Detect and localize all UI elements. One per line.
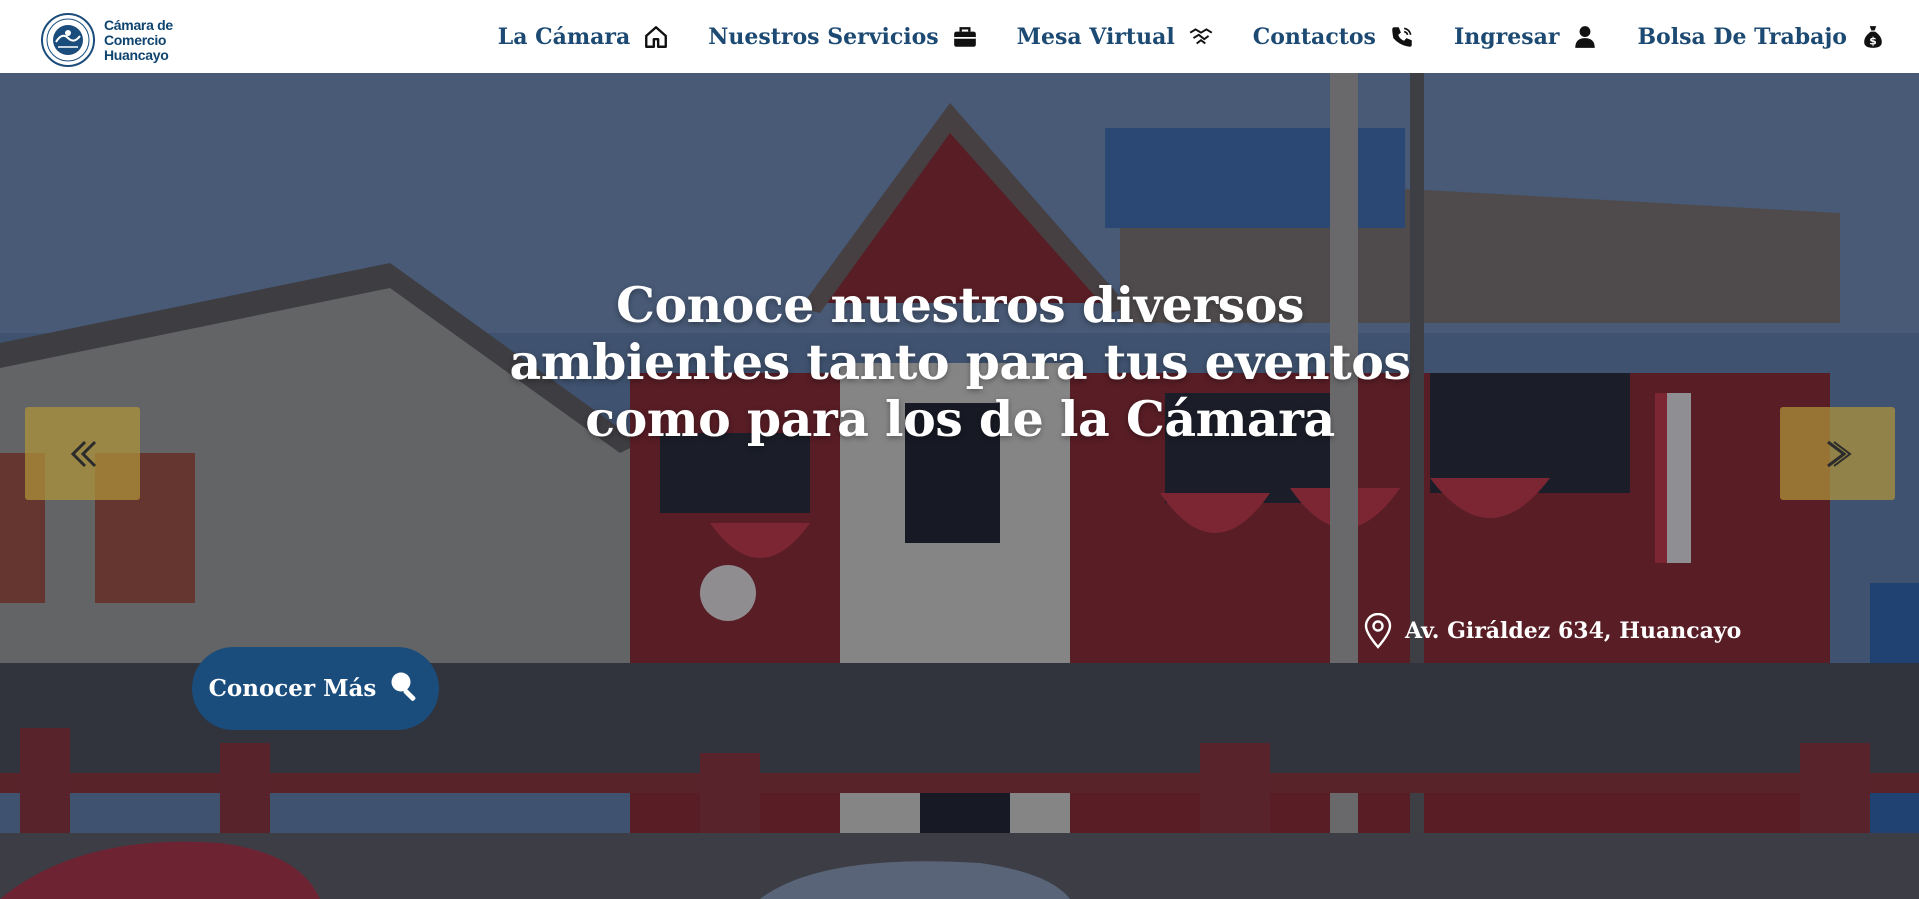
logo-line-1: Cámara de [104, 16, 173, 33]
carousel-prev-button[interactable] [25, 407, 140, 500]
nav-item-mesa-virtual[interactable]: Mesa Virtual [1017, 23, 1215, 51]
site-header: Cámara de Comercio Huancayo La Cámara Nu… [0, 0, 1919, 73]
main-nav: La Cámara Nuestros Servicios Mesa Virtua… [498, 0, 1887, 73]
home-icon [642, 23, 670, 51]
address-text: Av. Giráldez 634, Huancayo [1405, 618, 1742, 644]
nav-label: Nuestros Servicios [708, 23, 939, 50]
map-pin-icon [1364, 613, 1392, 649]
chevron-right-icon [1826, 440, 1852, 467]
address-location: Av. Giráldez 634, Huancayo [1363, 613, 1741, 649]
phone-icon [1388, 23, 1416, 51]
nav-item-contactos[interactable]: Contactos [1253, 23, 1416, 51]
carousel-next-button[interactable] [1780, 407, 1895, 500]
logo-seal-icon [41, 13, 95, 67]
nav-label: Contactos [1252, 23, 1376, 50]
logo[interactable]: Cámara de Comercio Huancayo [40, 12, 184, 68]
cta-label: Conocer Más [208, 675, 377, 702]
nav-label: Bolsa De Trabajo [1637, 23, 1847, 50]
money-bag-icon: $ [1859, 23, 1887, 51]
chevron-double-left-icon [70, 440, 96, 467]
nav-label: La Cámara [497, 23, 631, 50]
logo-line-2: Comercio [104, 31, 167, 48]
hero-title: Conoce nuestros diversos ambientes tanto… [509, 276, 1411, 448]
nav-label: Ingresar [1453, 23, 1560, 50]
hero-slider: Conoce nuestros diversos ambientes tanto… [0, 73, 1919, 899]
logo-text: Cámara de Comercio Huancayo [104, 16, 184, 63]
briefcase-icon [951, 23, 979, 51]
nav-item-nuestros-servicios[interactable]: Nuestros Servicios [708, 23, 978, 51]
user-icon [1571, 23, 1599, 51]
svg-text:$: $ [1869, 34, 1877, 47]
nav-item-la-camara[interactable]: La Cámara [498, 23, 671, 51]
handshake-icon [1187, 23, 1215, 51]
nav-item-bolsa-de-trabajo[interactable]: Bolsa De Trabajo $ [1637, 23, 1887, 51]
conocer-mas-button[interactable]: Conocer Más [192, 647, 439, 730]
search-icon [391, 672, 416, 701]
nav-item-ingresar[interactable]: Ingresar [1454, 23, 1600, 51]
nav-label: Mesa Virtual [1016, 23, 1175, 50]
hero-overlay [0, 73, 1919, 899]
logo-line-3: Huancayo [104, 46, 169, 63]
